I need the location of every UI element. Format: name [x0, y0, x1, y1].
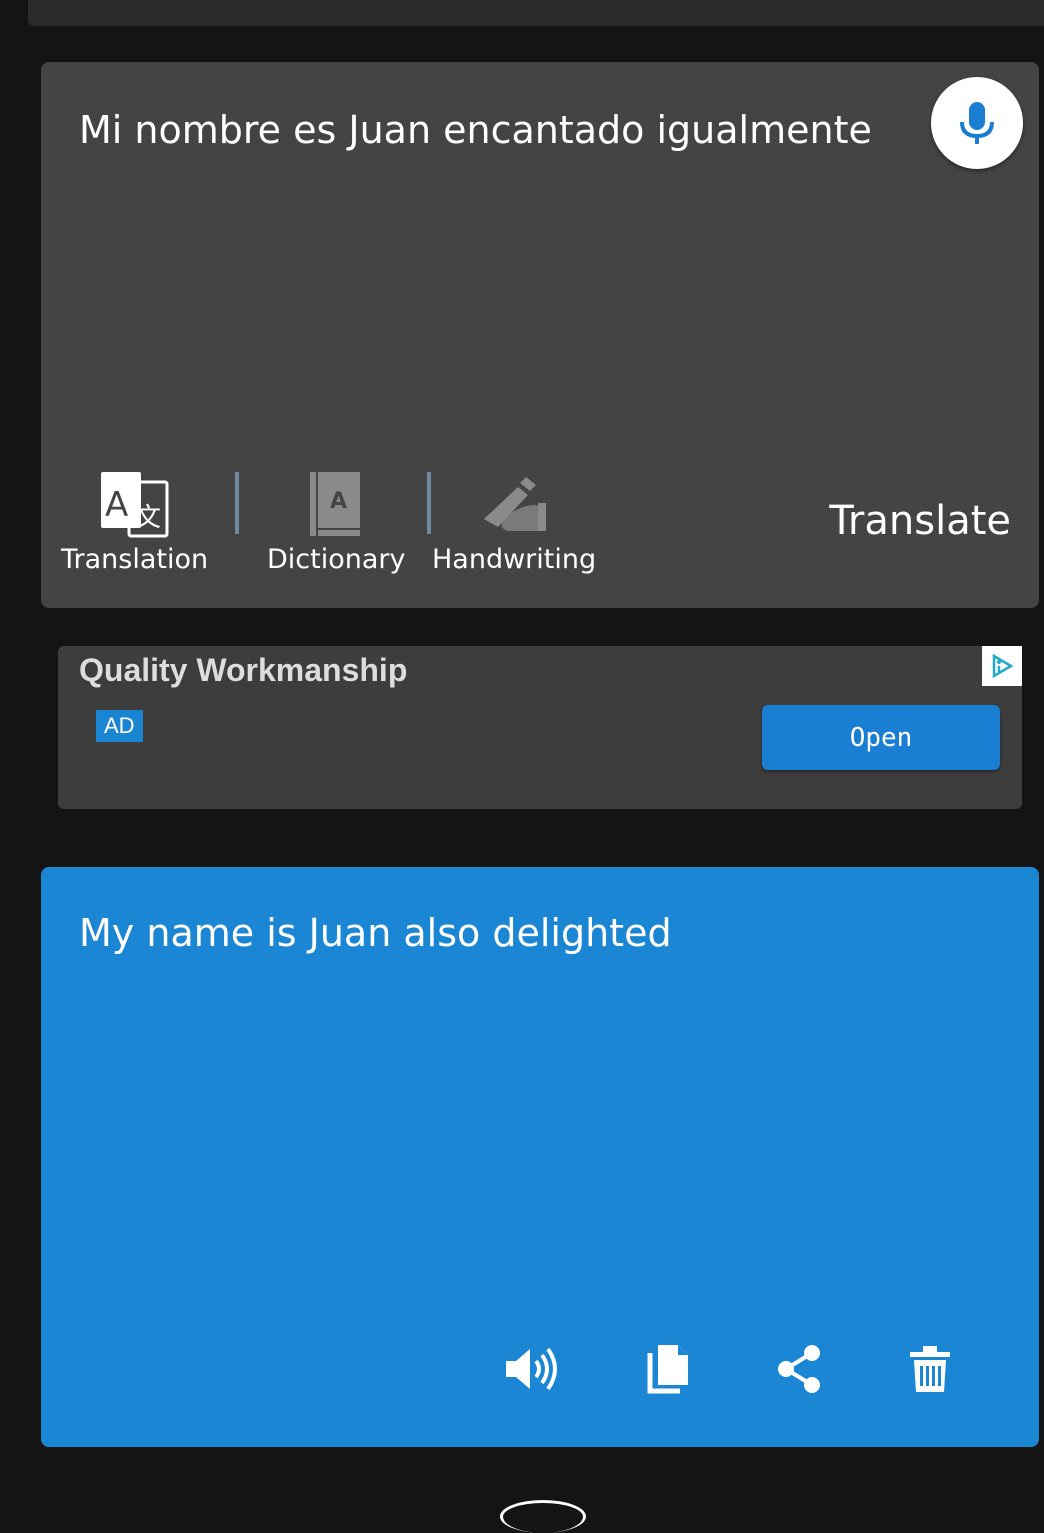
delete-button[interactable]	[895, 1337, 965, 1401]
handwriting-icon	[484, 477, 547, 531]
translated-text: My name is Juan also delighted	[79, 911, 672, 955]
ad-choices-glyph	[992, 653, 1014, 679]
source-text[interactable]: Mi nombre es Juan encantado igualmente	[79, 102, 899, 159]
tab-separator	[427, 472, 431, 534]
share-button[interactable]	[764, 1337, 834, 1401]
bottom-nav-indicator	[500, 1500, 586, 1533]
tab-translation-label: Translation	[61, 544, 209, 575]
copy-button[interactable]	[633, 1337, 703, 1401]
copy-icon	[647, 1345, 688, 1394]
translate-button[interactable]: Translate	[801, 498, 1011, 544]
source-input-card[interactable]: Mi nombre es Juan encantado igualmente A…	[41, 62, 1039, 608]
tab-handwriting-label: Handwriting	[432, 544, 597, 575]
dictionary-icon: A	[310, 472, 361, 536]
ad-open-button[interactable]: Open	[762, 705, 1000, 770]
ad-title[interactable]: Quality Workmanship	[79, 652, 407, 689]
mic-button[interactable]	[931, 77, 1023, 169]
tab-separator	[235, 472, 239, 534]
ad-banner[interactable]: Quality Workmanship AD Open	[58, 646, 1022, 809]
tab-handwriting[interactable]: Handwriting	[432, 470, 596, 575]
tab-dictionary[interactable]: A Dictionary	[267, 470, 405, 575]
share-icon	[778, 1345, 820, 1393]
delete-icon	[910, 1346, 950, 1392]
svg-text:文: 文	[135, 503, 161, 533]
translation-icon: A 文	[100, 472, 169, 538]
ad-badge: AD	[96, 710, 143, 742]
microphone-icon	[960, 102, 994, 144]
svg-text:A: A	[330, 489, 347, 514]
speak-button[interactable]	[497, 1337, 567, 1401]
tab-translation[interactable]: A 文 Translation	[61, 470, 208, 575]
svg-text:A: A	[105, 485, 128, 525]
tab-dictionary-label: Dictionary	[267, 544, 406, 575]
ad-choices-icon[interactable]	[982, 646, 1022, 686]
speaker-icon	[506, 1347, 557, 1391]
translation-output-card: My name is Juan also delighted	[41, 867, 1039, 1447]
previous-card	[28, 0, 1044, 26]
